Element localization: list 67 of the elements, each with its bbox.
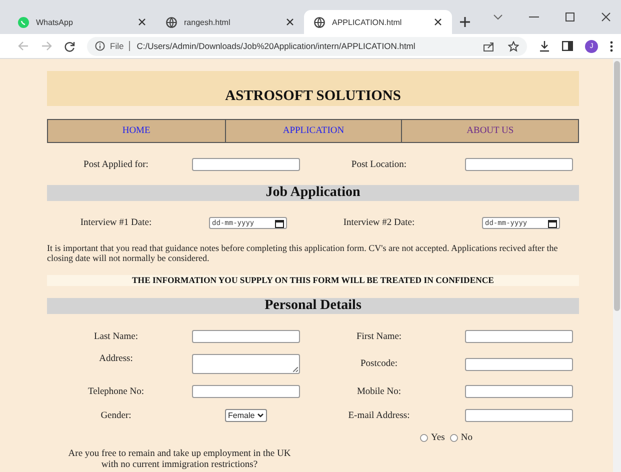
- radio-button[interactable]: [420, 434, 428, 442]
- chat-icon: [18, 16, 29, 28]
- globe-icon: [166, 16, 177, 28]
- field-label: Post Applied for:: [82, 160, 150, 170]
- tab-title: APPLICATION.html: [332, 18, 403, 26]
- browser-tab[interactable]: WhatsApp: [8, 10, 156, 34]
- field-label: Telephone No:: [86, 386, 146, 396]
- close-icon[interactable]: [138, 18, 146, 26]
- field-label: E-mail Address:: [347, 410, 411, 420]
- plus-icon[interactable]: [460, 17, 470, 27]
- address-bar[interactable]: File C:/Users/Admin/Downloads/Job%20Application/intern/APPLICATION.html: [87, 36, 527, 56]
- field-label: Address:: [98, 354, 134, 364]
- input-field[interactable]: [192, 158, 300, 171]
- download-icon[interactable]: [539, 40, 550, 52]
- resize-grip-icon[interactable]: [293, 367, 298, 372]
- confidentiality-banner: THE INFORMATION YOU SUPPLY ON THIS FORM WILL BE TREATED IN CONFIDENCE: [47, 275, 579, 286]
- radio-button[interactable]: [450, 434, 458, 442]
- globe-icon: [314, 16, 325, 28]
- field-label: Mobile No:: [356, 386, 402, 396]
- field-label: Gender:: [100, 410, 132, 420]
- field-label: Last Name:: [92, 332, 140, 342]
- scrollbar-thumb[interactable]: [614, 61, 620, 311]
- input-field[interactable]: [465, 158, 573, 171]
- chevron-down-icon[interactable]: [493, 14, 503, 20]
- input-field[interactable]: [465, 358, 573, 370]
- share-icon[interactable]: [483, 40, 495, 52]
- field-label: Postcode:: [360, 359, 398, 369]
- nav-link[interactable]: APPLICATION: [224, 120, 402, 142]
- input-field[interactable]: [465, 330, 573, 343]
- notice-text: It is important that you read that guidance notes before completing this application form. CV's are not accepted. Applications recived after the closing date will not normally be considered.: [47, 243, 559, 263]
- radio-label: No: [460, 433, 472, 443]
- close-icon[interactable]: [434, 18, 442, 26]
- question-text: Are you free to remain and take up employment in the UK with no current immigration restrictions?: [67, 449, 292, 471]
- address-url: C:/Users/Admin/Downloads/Job%20Application/intern/APPLICATION.html: [136, 41, 416, 51]
- section-heading: Job Application: [47, 185, 579, 201]
- field-label: Interview #2 Date:: [342, 218, 416, 228]
- browser-tab[interactable]: APPLICATION.html: [304, 10, 452, 34]
- more-icon[interactable]: [610, 40, 613, 52]
- field-label: Interview #1 Date:: [79, 218, 153, 228]
- nav-link[interactable]: HOME: [48, 120, 225, 142]
- calendar-icon: [548, 218, 557, 228]
- close-icon[interactable]: [286, 18, 294, 26]
- section-heading: Personal Details: [47, 298, 579, 314]
- close-icon[interactable]: [601, 12, 611, 22]
- tab-title: rangesh.html: [184, 18, 232, 26]
- maximize-icon[interactable]: [565, 12, 575, 22]
- reload-icon[interactable]: [64, 40, 75, 52]
- input-field[interactable]: [192, 330, 300, 343]
- input-field[interactable]: [465, 385, 573, 398]
- star-icon[interactable]: [508, 40, 519, 52]
- field-label: First Name:: [355, 332, 403, 342]
- chevron-down-icon: [256, 413, 264, 418]
- info-icon: [95, 41, 105, 51]
- side-panel-icon[interactable]: [562, 41, 573, 51]
- input-field[interactable]: [192, 385, 300, 398]
- address-scheme: File: [110, 41, 130, 51]
- browser-tab[interactable]: rangesh.html: [156, 10, 304, 34]
- site-title: ASTROSOFT SOLUTIONS: [225, 88, 401, 105]
- scrollbar[interactable]: [613, 59, 621, 472]
- tab-title: WhatsApp: [36, 18, 74, 26]
- address-textarea[interactable]: [192, 354, 300, 374]
- gender-select[interactable]: Female: [225, 409, 267, 422]
- input-field[interactable]: [465, 409, 573, 422]
- calendar-icon: [275, 218, 284, 228]
- field-label: Post Location:: [350, 160, 408, 170]
- radio-label: Yes: [431, 433, 445, 443]
- nav-link[interactable]: ABOUT US: [401, 120, 578, 142]
